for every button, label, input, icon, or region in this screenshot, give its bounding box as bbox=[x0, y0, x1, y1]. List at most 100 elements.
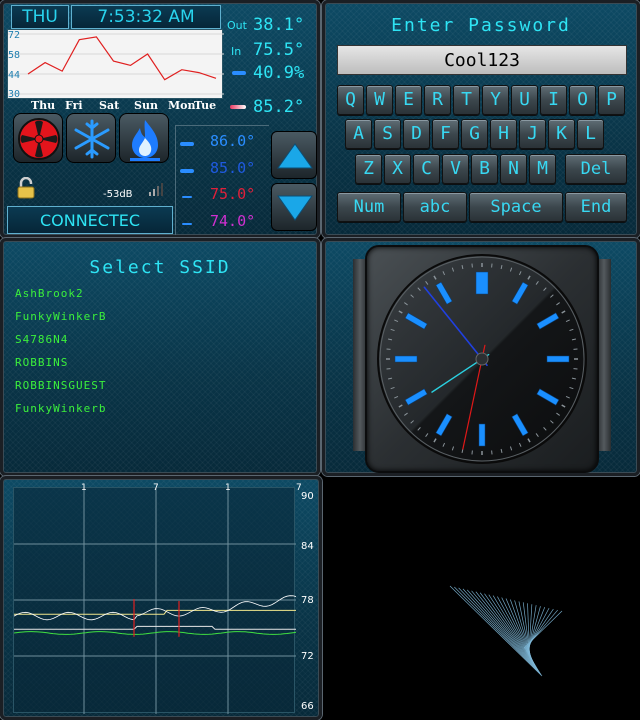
y-label-44: 44 bbox=[8, 70, 21, 81]
forecast-graph: 72 58 44 30 bbox=[7, 29, 224, 100]
day-label: Tue bbox=[194, 99, 217, 112]
indoor-label: In bbox=[231, 45, 242, 58]
y-label: 78 bbox=[301, 595, 314, 606]
key-b[interactable]: B bbox=[471, 154, 498, 184]
series-indoor-temp bbox=[13, 595, 297, 621]
key-e[interactable]: E bbox=[395, 85, 422, 115]
key-p[interactable]: P bbox=[598, 85, 625, 115]
key-y[interactable]: Y bbox=[482, 85, 509, 115]
ssid-item[interactable]: FunkyWinkerB bbox=[15, 310, 106, 323]
humidity-value: 40.9% bbox=[253, 63, 305, 83]
aux-temp: 85.2° bbox=[253, 97, 305, 117]
key-m[interactable]: M bbox=[529, 154, 556, 184]
forecast-line bbox=[27, 36, 217, 81]
aux-temp-icon bbox=[230, 105, 246, 109]
history-panel: 1 7 1 7 90 84 78 72 66 bbox=[0, 476, 322, 720]
key-x[interactable]: X bbox=[384, 154, 411, 184]
humidity-icon bbox=[232, 71, 246, 75]
password-input[interactable] bbox=[337, 45, 627, 75]
key-s[interactable]: S bbox=[374, 119, 401, 149]
ssid-title: Select SSID bbox=[89, 257, 231, 278]
key-l[interactable]: L bbox=[577, 119, 604, 149]
day-label: Thu bbox=[31, 99, 56, 112]
key-q[interactable]: Q bbox=[337, 85, 364, 115]
setpoint-icon bbox=[182, 196, 192, 198]
ssid-item[interactable]: ROBBINS bbox=[15, 356, 68, 369]
setpoint-box: 86.0° 85.0° 75.0° 74.0° bbox=[175, 125, 269, 235]
hour-marker bbox=[394, 355, 418, 363]
setpoint-icon bbox=[180, 169, 194, 173]
snowflake-icon bbox=[74, 119, 110, 159]
ssid-item[interactable]: AshBrook2 bbox=[15, 287, 84, 300]
key-o[interactable]: O bbox=[569, 85, 596, 115]
key-r[interactable]: R bbox=[424, 85, 451, 115]
key-z[interactable]: Z bbox=[355, 154, 382, 184]
x-label: 7 bbox=[153, 483, 159, 493]
abc-key[interactable]: abc bbox=[403, 192, 467, 222]
arrow-down-icon bbox=[277, 195, 313, 221]
outdoor-label: Out bbox=[227, 19, 247, 32]
history-line-chart bbox=[13, 488, 297, 714]
key-j[interactable]: J bbox=[519, 119, 546, 149]
clock-case bbox=[365, 245, 599, 473]
key-g[interactable]: G bbox=[461, 119, 488, 149]
y-label: 84 bbox=[301, 541, 314, 552]
key-a[interactable]: A bbox=[345, 119, 372, 149]
end-key[interactable]: End bbox=[565, 192, 627, 222]
string-line bbox=[523, 610, 563, 649]
hour-marker bbox=[478, 423, 486, 447]
setpoint-down-button[interactable] bbox=[271, 183, 317, 231]
ssid-panel: Select SSID AshBrook2 FunkyWinkerB S4786N4… bbox=[0, 238, 320, 476]
delete-key[interactable]: Del bbox=[565, 154, 627, 184]
analog-clock bbox=[377, 254, 587, 464]
key-t[interactable]: T bbox=[453, 85, 480, 115]
clock-panel bbox=[322, 238, 640, 476]
time-box: 7:53:32 AM bbox=[71, 5, 221, 29]
ssid-item[interactable]: FunkyWinkerb bbox=[15, 402, 106, 415]
key-w[interactable]: W bbox=[366, 85, 393, 115]
setpoint-up-button[interactable] bbox=[271, 131, 317, 179]
string-art-screensaver bbox=[449, 585, 563, 677]
x-label: 1 bbox=[225, 483, 231, 493]
key-c[interactable]: C bbox=[413, 154, 440, 184]
string-line bbox=[449, 585, 543, 677]
heat-button[interactable] bbox=[119, 113, 169, 163]
key-h[interactable]: H bbox=[490, 119, 517, 149]
setpoint-value: 74.0° bbox=[210, 212, 256, 230]
key-i[interactable]: I bbox=[540, 85, 567, 115]
cool-button[interactable] bbox=[66, 113, 116, 163]
fan-icon bbox=[18, 118, 60, 160]
key-v[interactable]: V bbox=[442, 154, 469, 184]
outdoor-temp: 38.1° bbox=[253, 15, 305, 35]
ssid-item[interactable]: S4786N4 bbox=[15, 333, 68, 346]
clock-strap-right bbox=[597, 259, 611, 451]
key-n[interactable]: N bbox=[500, 154, 527, 184]
series-outdoor-temp bbox=[13, 631, 297, 635]
weather-panel: THU 7:53:32 AM 72 58 44 30 Thu Fri Sat S… bbox=[0, 0, 320, 238]
hour-marker bbox=[546, 355, 570, 363]
day-box: THU bbox=[11, 5, 69, 29]
y-label-58: 58 bbox=[8, 50, 21, 61]
y-label: 72 bbox=[301, 651, 314, 662]
day-label: Sun bbox=[134, 99, 158, 112]
key-u[interactable]: U bbox=[511, 85, 538, 115]
day-label: Fri bbox=[65, 99, 83, 112]
lock-icon[interactable] bbox=[17, 177, 35, 199]
key-f[interactable]: F bbox=[432, 119, 459, 149]
key-d[interactable]: D bbox=[403, 119, 430, 149]
string-line bbox=[525, 607, 550, 652]
day-label: Mon bbox=[168, 99, 196, 112]
history-plot bbox=[13, 487, 297, 714]
signal-bars-icon bbox=[149, 183, 163, 196]
clock-center-cap bbox=[475, 352, 489, 366]
num-key[interactable]: Num bbox=[337, 192, 401, 222]
y-label-30: 30 bbox=[8, 89, 21, 100]
y-label-72: 72 bbox=[8, 30, 21, 41]
signal-strength: -53dB bbox=[103, 189, 133, 200]
ssid-item[interactable]: ROBBINSGUEST bbox=[15, 379, 106, 392]
fan-button[interactable] bbox=[13, 113, 63, 163]
connection-status: CONNECTEC bbox=[7, 206, 173, 234]
key-k[interactable]: K bbox=[548, 119, 575, 149]
setpoint-icon bbox=[180, 142, 194, 146]
space-key[interactable]: Space bbox=[469, 192, 563, 222]
